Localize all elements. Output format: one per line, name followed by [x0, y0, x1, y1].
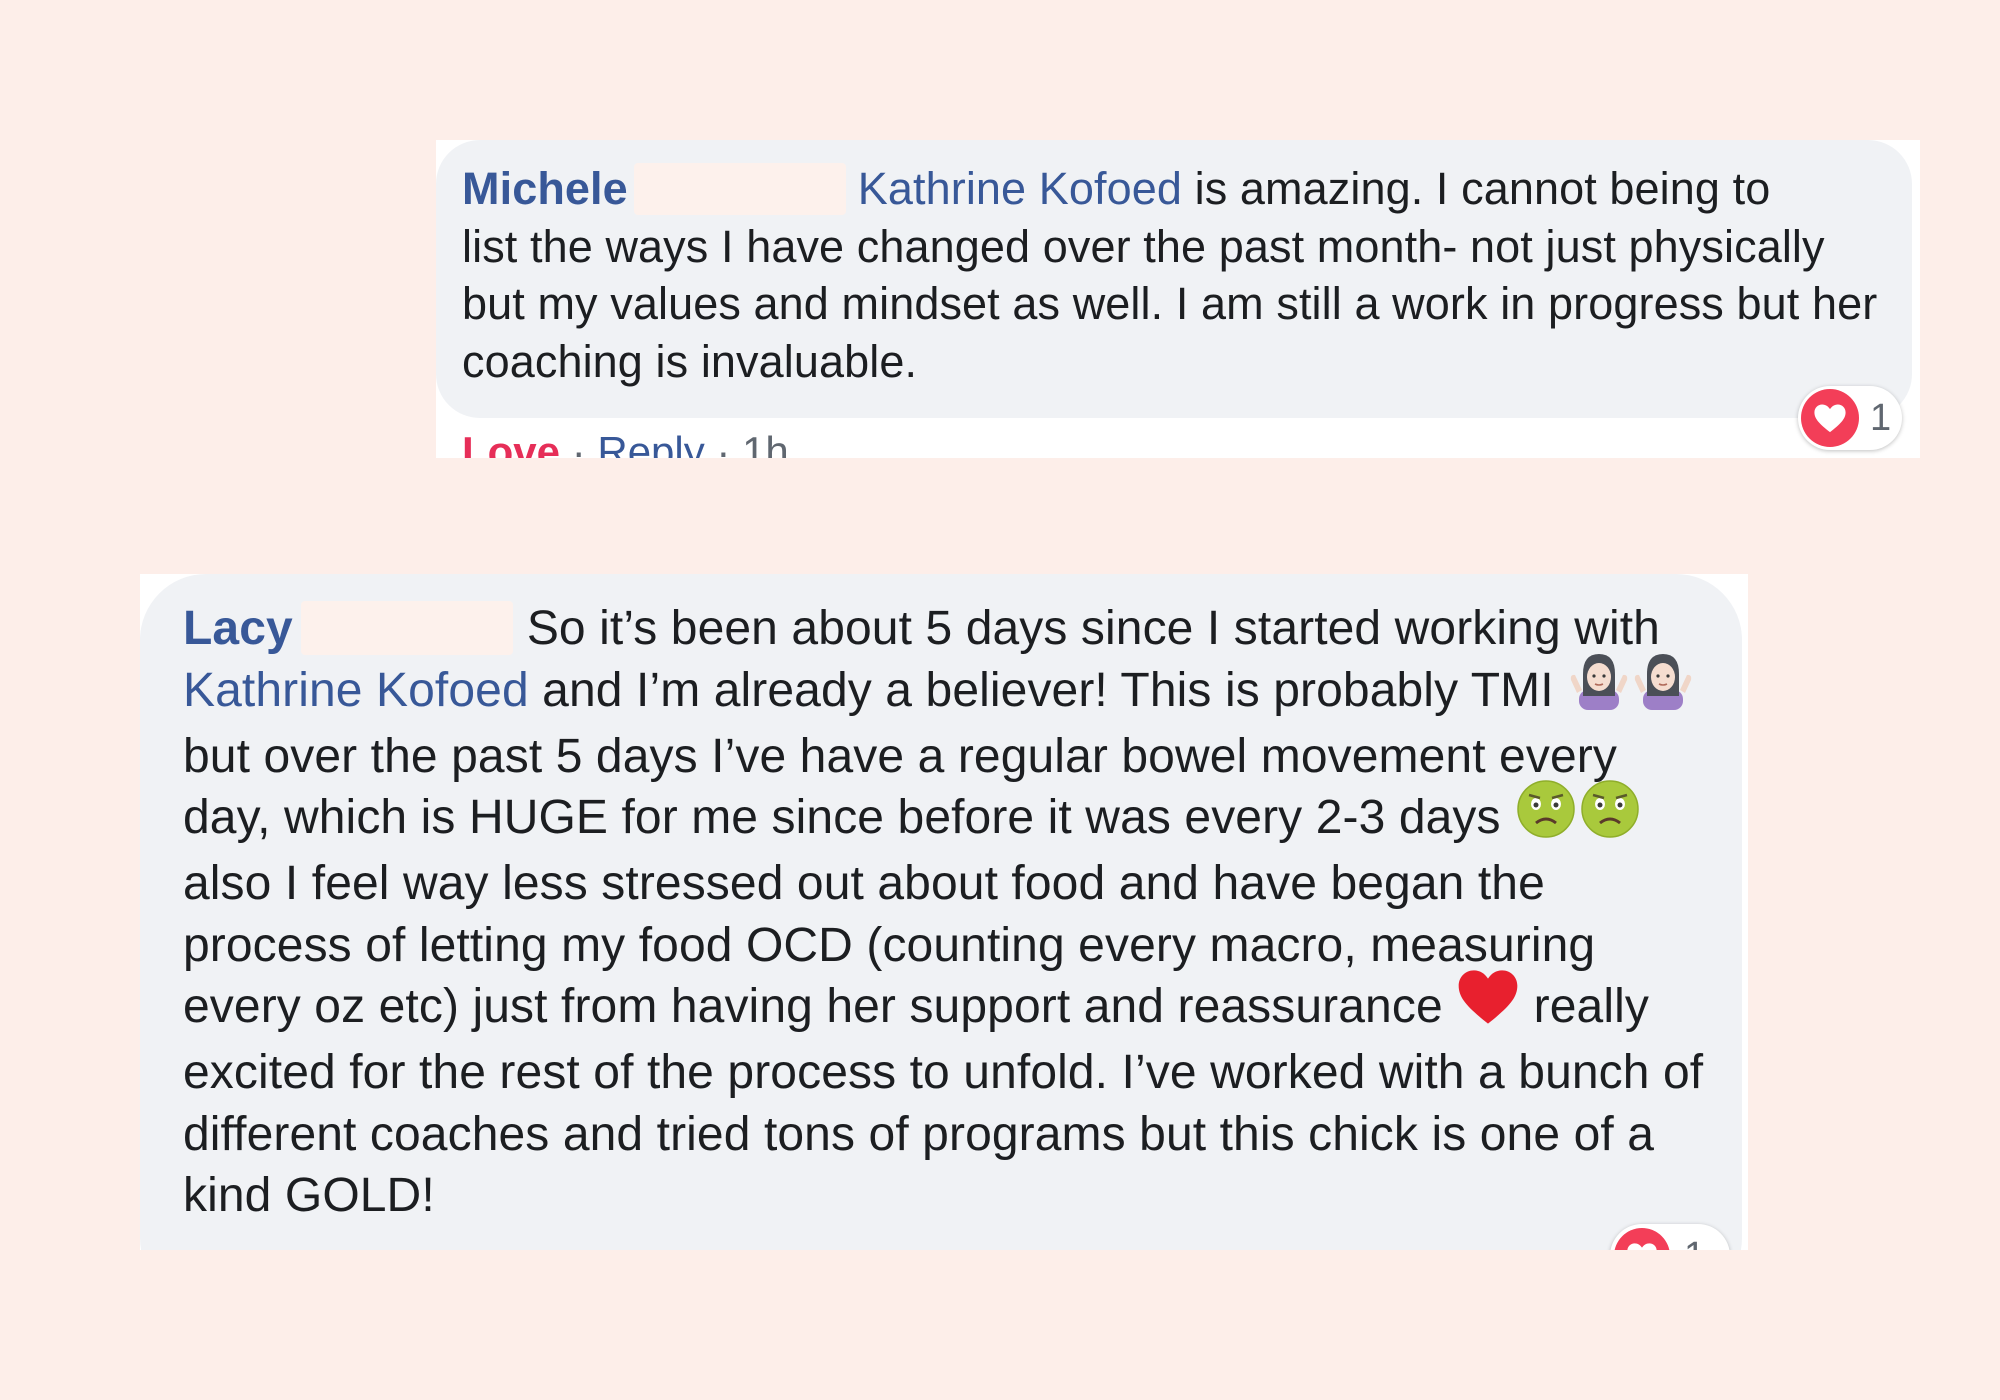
- comment-bubble: Lacy So it’s been about 5 days since I st…: [140, 574, 1742, 1250]
- red-heart-emoji: [1456, 967, 1520, 1043]
- redacted-surname: [300, 601, 513, 656]
- reaction-count: 1: [1870, 397, 1892, 439]
- mention-link[interactable]: Kathrine Kofoed: [858, 163, 1182, 214]
- nauseated-face-emoji: [1578, 778, 1642, 854]
- woman-shrugging-emoji: [1567, 650, 1631, 726]
- comment-text: Michele Kathrine Kofoed is amazing. I can…: [462, 160, 1882, 390]
- comment-text: Lacy So it’s been about 5 days since I st…: [183, 598, 1712, 1227]
- heart-icon: [1801, 389, 1859, 447]
- comment-text-segment: is amazing. I cannot being to: [1182, 163, 1771, 214]
- comment-text-segment: but over the past 5 days I’ve have a reg…: [183, 729, 1617, 845]
- love-reaction-link[interactable]: Love: [462, 428, 560, 458]
- reaction-count: 1: [1684, 1224, 1705, 1250]
- woman-shrugging-emoji: [1631, 650, 1695, 726]
- comment-text-segment: also I feel way less stressed out about …: [183, 857, 1596, 1034]
- reaction-summary[interactable]: 1: [1798, 386, 1902, 450]
- reaction-summary[interactable]: 1: [1610, 1224, 1730, 1250]
- nauseated-face-emoji: [1514, 778, 1578, 854]
- comment-text-segment: and I’m already a believer! This is prob…: [528, 663, 1568, 717]
- mention-link[interactable]: Kathrine Kofoed: [183, 664, 529, 717]
- reply-link[interactable]: Reply: [597, 428, 704, 458]
- comment-text-segment: So it’s been about 5 days since I starte…: [526, 602, 1660, 655]
- separator-dot: ·: [704, 428, 743, 458]
- comment-card-michele: Michele Kathrine Kofoed is amazing. I can…: [436, 140, 1920, 458]
- comment-actions: Love · Reply · 1h: [462, 426, 789, 458]
- comment-timestamp[interactable]: 1h: [742, 428, 789, 458]
- separator-dot: ·: [560, 428, 598, 458]
- comment-card-lacy: Lacy So it’s been about 5 days since I st…: [140, 574, 1748, 1250]
- redacted-surname: [633, 163, 846, 216]
- comment-author-name[interactable]: Michele: [462, 163, 628, 214]
- comment-bubble: Michele Kathrine Kofoed is amazing. I can…: [436, 140, 1912, 418]
- comment-text-segment: list the ways I have changed over the pa…: [462, 220, 1878, 387]
- heart-icon: [1614, 1228, 1670, 1250]
- comment-author-name[interactable]: Lacy: [183, 602, 293, 655]
